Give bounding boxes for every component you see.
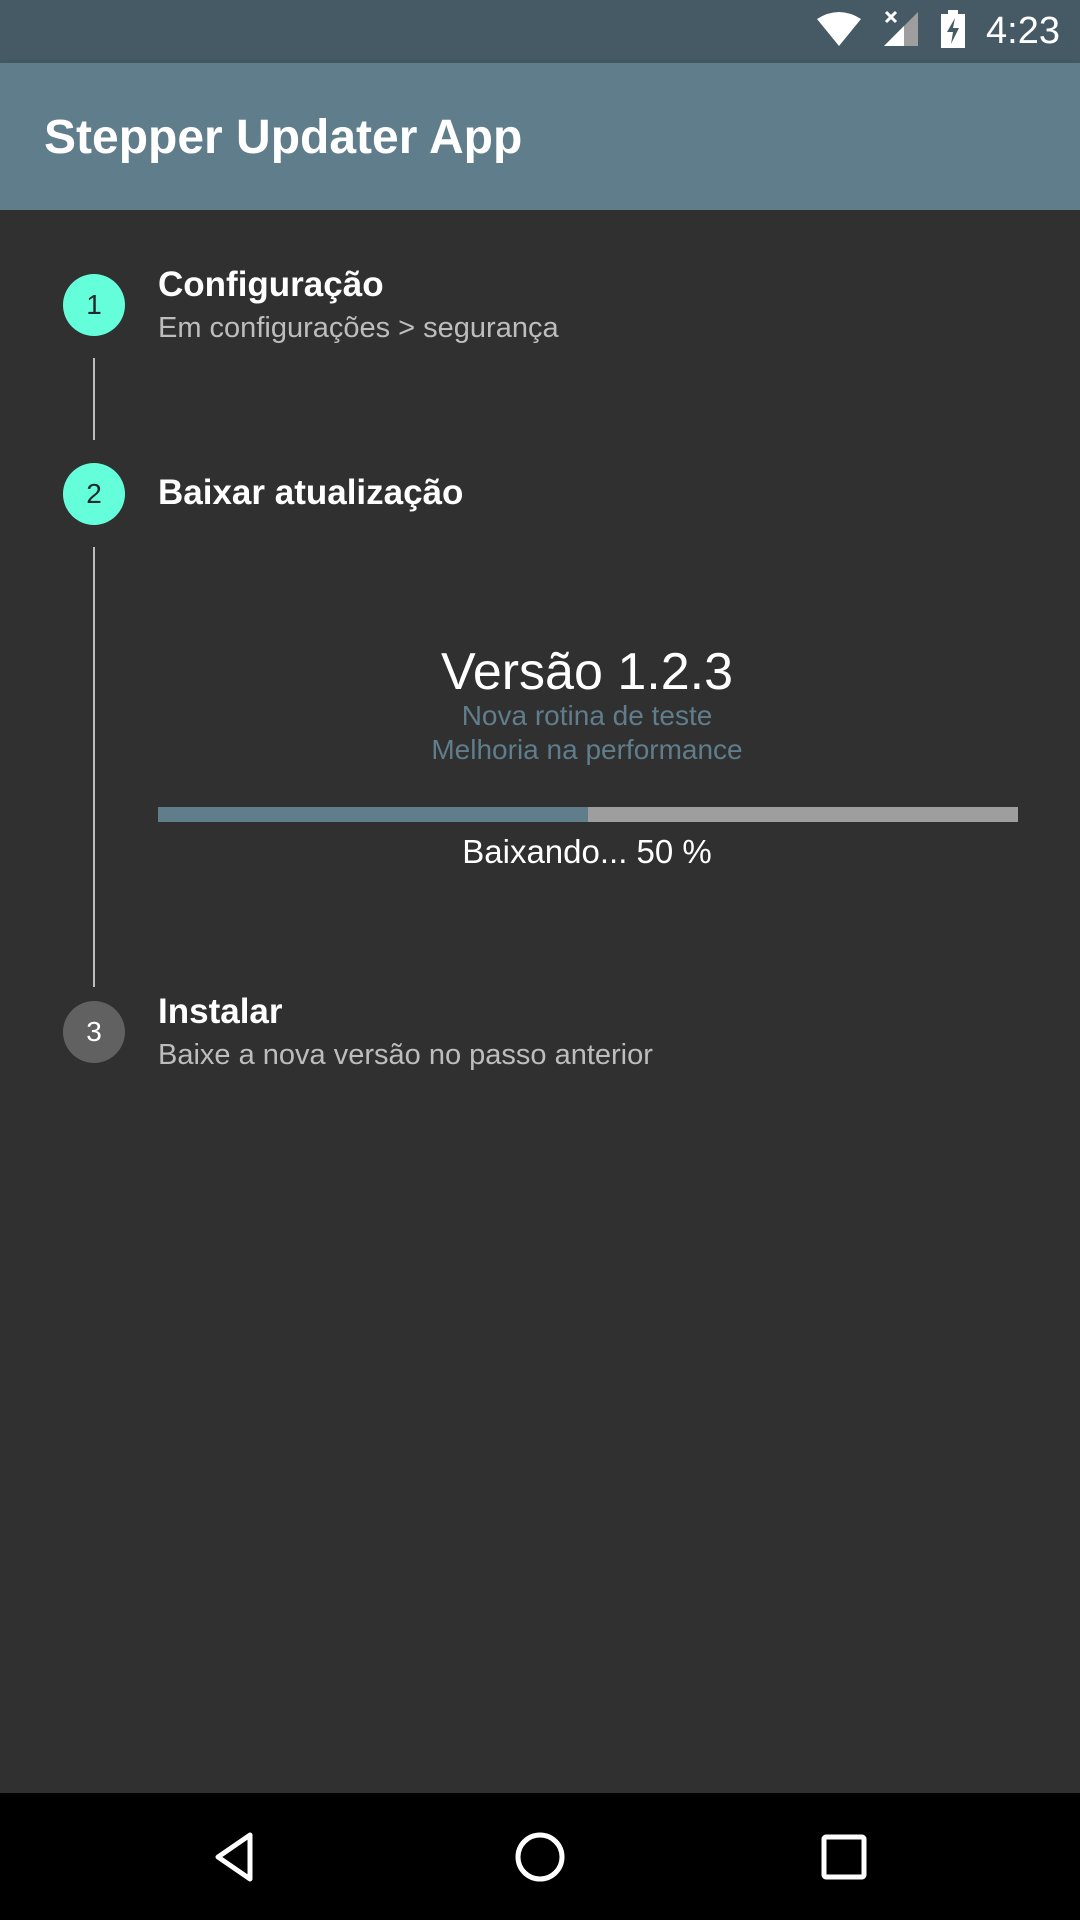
status-bar: 4:23 [0, 0, 1080, 63]
step-1-title[interactable]: Configuração [158, 265, 384, 305]
download-progress-fill [158, 807, 588, 822]
step-3-title[interactable]: Instalar [158, 992, 283, 1032]
version-title: Versão 1.2.3 [441, 643, 733, 701]
back-icon[interactable] [200, 1821, 272, 1893]
app-title: Stepper Updater App [44, 111, 523, 164]
status-icons: 4:23 [816, 0, 1060, 63]
step-connector-1 [93, 358, 95, 440]
step-2-number: 2 [86, 478, 102, 509]
step-3-number: 3 [86, 1016, 102, 1047]
wifi-icon [816, 11, 862, 52]
home-icon[interactable] [504, 1821, 576, 1893]
status-time: 4:23 [986, 10, 1060, 52]
step-2-title[interactable]: Baixar atualização [158, 473, 463, 513]
signal-icon [882, 10, 920, 53]
step-1-subtitle: Em configurações > segurança [158, 312, 559, 344]
step-2-number-badge[interactable]: 2 [63, 463, 125, 525]
step-3-number-badge[interactable]: 3 [63, 1001, 125, 1063]
app-bar: Stepper Updater App [0, 63, 1080, 210]
version-note: Nova rotina de teste [461, 700, 713, 731]
download-progress-bar [158, 807, 1018, 822]
version-note: Melhoria na performance [431, 734, 743, 765]
recents-icon[interactable] [808, 1821, 880, 1893]
stepper: 1 Configuração Em configurações > segura… [0, 210, 1080, 1793]
battery-charging-icon [940, 10, 966, 53]
step-1-number-badge[interactable]: 1 [63, 274, 125, 336]
step-connector-2 [93, 547, 95, 987]
step-1-number: 1 [86, 289, 102, 320]
navigation-bar [0, 1793, 1080, 1920]
download-progress-label: Baixando... 50 % [462, 833, 712, 870]
step-3-subtitle: Baixe a nova versão no passo anterior [158, 1039, 653, 1071]
